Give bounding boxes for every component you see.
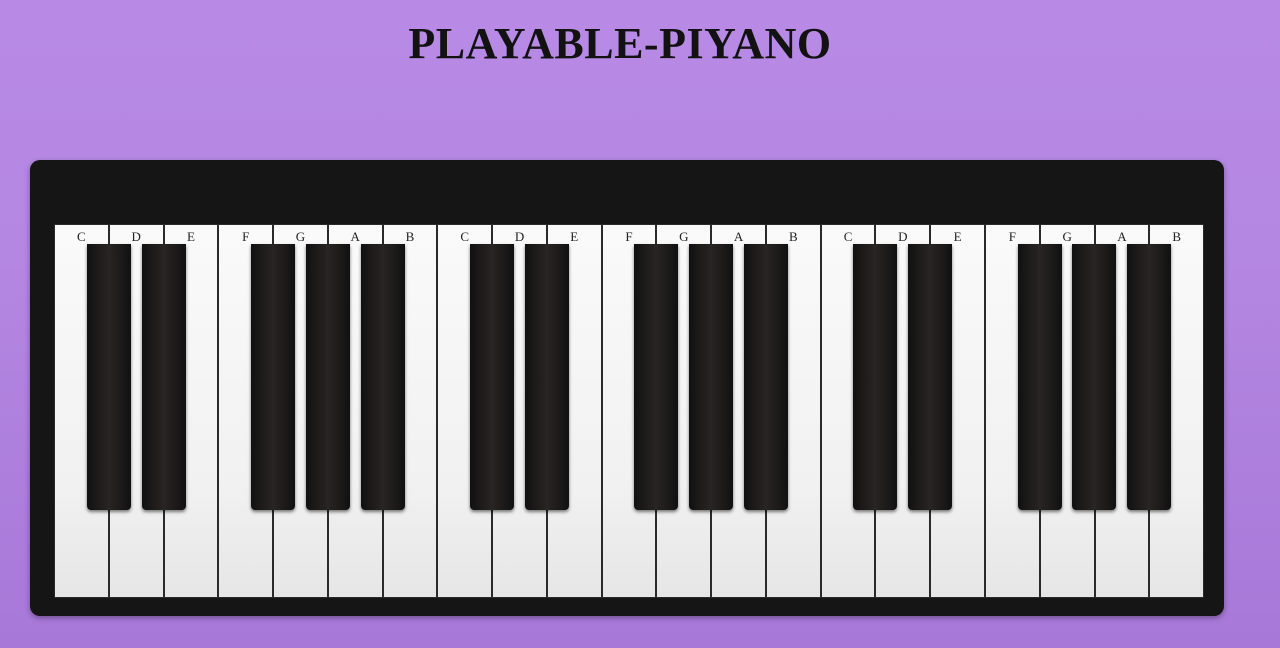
piano-keyboard: CDEFGABCDEFGABCDEFGAB — [54, 224, 1205, 598]
black-key-a-sharp[interactable] — [1127, 244, 1172, 510]
key-label: E — [186, 229, 195, 244]
black-key-g-sharp[interactable] — [689, 244, 734, 510]
key-label: C — [843, 229, 853, 244]
black-key-d-sharp[interactable] — [141, 244, 186, 510]
key-label: A — [350, 229, 360, 244]
black-key-c-sharp[interactable] — [86, 244, 131, 510]
black-key-d-sharp[interactable] — [524, 244, 569, 510]
black-key-g-sharp[interactable] — [305, 244, 350, 510]
key-label: C — [77, 229, 86, 244]
black-key-c-sharp[interactable] — [853, 244, 898, 510]
key-label: G — [295, 229, 306, 244]
key-label: E — [953, 229, 962, 244]
black-key-a-sharp[interactable] — [360, 244, 405, 510]
black-key-g-sharp[interactable] — [1072, 244, 1117, 510]
key-label: G — [679, 229, 689, 244]
key-label: B — [789, 229, 798, 244]
piano: CDEFGABCDEFGABCDEFGAB — [30, 160, 1224, 616]
black-key-a-sharp[interactable] — [743, 244, 788, 510]
black-key-f-sharp[interactable] — [251, 244, 296, 510]
key-label: D — [898, 229, 908, 244]
key-label: F — [1008, 229, 1017, 244]
key-label: B — [1172, 229, 1182, 244]
black-key-f-sharp[interactable] — [1017, 244, 1062, 510]
black-key-c-sharp[interactable] — [470, 244, 515, 510]
key-label: D — [131, 229, 141, 244]
black-key-d-sharp[interactable] — [908, 244, 953, 510]
key-label: A — [733, 229, 744, 244]
key-label: A — [1117, 229, 1127, 244]
page-title: PLAYABLE-PIYANO — [408, 19, 832, 68]
key-label: G — [1062, 229, 1072, 244]
black-key-f-sharp[interactable] — [634, 244, 679, 510]
key-label: F — [625, 229, 633, 244]
key-label: F — [242, 229, 250, 244]
key-label: C — [460, 229, 470, 244]
key-label: B — [405, 229, 415, 244]
key-label: E — [570, 229, 579, 244]
key-label: D — [514, 229, 525, 244]
